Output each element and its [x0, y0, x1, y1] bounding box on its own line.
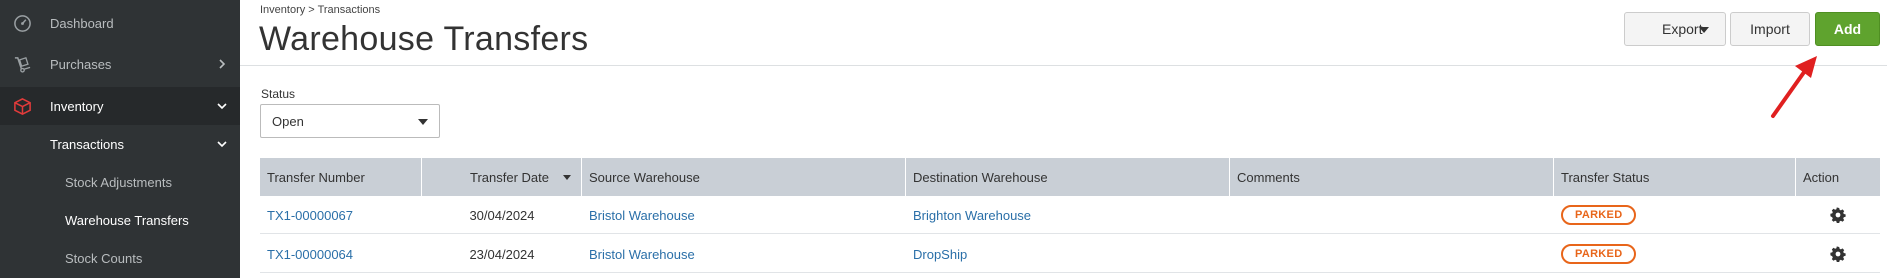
column-header-transfer-date[interactable]: Transfer Date: [422, 158, 582, 196]
transfer-status-cell: PARKED: [1554, 235, 1796, 273]
column-header-source-warehouse[interactable]: Source Warehouse: [582, 158, 906, 196]
transfer-status-cell: PARKED: [1554, 196, 1796, 234]
sidebar-item-purchases[interactable]: Purchases: [0, 45, 240, 83]
caret-down-icon: [418, 119, 428, 125]
sidebar-subitem-label: Warehouse Transfers: [65, 212, 189, 228]
sidebar-item-stock-counts[interactable]: Stock Counts: [0, 239, 240, 277]
sort-desc-icon: [563, 175, 571, 180]
sidebar-item-warehouse-transfers[interactable]: Warehouse Transfers: [0, 201, 240, 239]
sidebar-subitem-label: Stock Counts: [65, 250, 143, 266]
box-icon: [14, 98, 31, 115]
chevron-down-icon: [217, 103, 227, 110]
column-header-action: Action: [1803, 169, 1840, 185]
sidebar-item-dashboard[interactable]: Dashboard: [0, 4, 240, 42]
import-button[interactable]: Import: [1730, 12, 1810, 46]
chevron-right-icon: [219, 59, 226, 69]
sidebar-item-inventory[interactable]: Inventory: [0, 87, 240, 125]
source-warehouse-link[interactable]: Bristol Warehouse: [582, 235, 906, 273]
status-badge: PARKED: [1561, 205, 1637, 225]
sidebar-item-label: Inventory: [50, 98, 104, 114]
transfer-number-link[interactable]: TX1-00000064: [260, 235, 422, 273]
gear-icon[interactable]: [1830, 246, 1846, 262]
table-row: TX1-00000064 23/04/2024 Bristol Warehous…: [260, 235, 1880, 273]
red-arrow-annotation: [1771, 56, 1817, 118]
column-header-destination-warehouse[interactable]: Destination Warehouse: [906, 158, 1230, 196]
column-header-label: Transfer Date: [470, 169, 549, 185]
sidebar-item-label: Purchases: [50, 56, 112, 72]
column-header-transfer-number[interactable]: Transfer Number: [260, 158, 422, 196]
gear-icon[interactable]: [1830, 207, 1846, 223]
dashboard-icon: [14, 15, 31, 32]
comments-cell: [1230, 235, 1554, 273]
column-header-transfer-status[interactable]: Transfer Status: [1554, 158, 1796, 196]
sidebar: Dashboard Purchases Inventory Transactio…: [0, 0, 240, 278]
sidebar-item-transactions[interactable]: Transactions: [0, 125, 240, 163]
transfer-date: 23/04/2024: [469, 246, 535, 262]
header-divider: [240, 65, 1887, 66]
page-title: Warehouse Transfers: [259, 20, 589, 58]
export-button[interactable]: Export: [1624, 12, 1726, 46]
export-button-label: Export: [1662, 21, 1703, 37]
status-select[interactable]: Open: [260, 104, 440, 138]
chevron-down-icon: [217, 141, 227, 148]
caret-down-icon: [1699, 27, 1709, 33]
destination-warehouse-link[interactable]: DropShip: [906, 235, 1230, 273]
breadcrumb[interactable]: Inventory > Transactions: [260, 4, 380, 16]
sidebar-subitem-label: Transactions: [50, 136, 124, 152]
action-cell: [1796, 235, 1880, 273]
transfer-date: 30/04/2024: [469, 207, 535, 223]
column-header-comments[interactable]: Comments: [1230, 158, 1554, 196]
status-filter-label: Status: [261, 87, 296, 101]
action-cell: [1796, 196, 1880, 234]
add-button[interactable]: Add: [1815, 12, 1880, 46]
table-row: TX1-00000067 30/04/2024 Bristol Warehous…: [260, 196, 1880, 234]
destination-warehouse-link[interactable]: Brighton Warehouse: [906, 196, 1230, 234]
source-warehouse-link[interactable]: Bristol Warehouse: [582, 196, 906, 234]
comments-cell: [1230, 196, 1554, 234]
status-badge: PARKED: [1561, 244, 1637, 264]
dolly-icon: [14, 56, 31, 73]
status-select-value: Open: [272, 113, 304, 129]
transfer-number-link[interactable]: TX1-00000067: [260, 196, 422, 234]
sidebar-item-label: Dashboard: [50, 15, 114, 31]
sidebar-item-stock-adjustments[interactable]: Stock Adjustments: [0, 163, 240, 201]
sidebar-subitem-label: Stock Adjustments: [65, 174, 172, 190]
app: Dashboard Purchases Inventory Transactio…: [0, 0, 1887, 278]
table-header: Transfer Number Transfer Date Source War…: [260, 158, 1880, 196]
